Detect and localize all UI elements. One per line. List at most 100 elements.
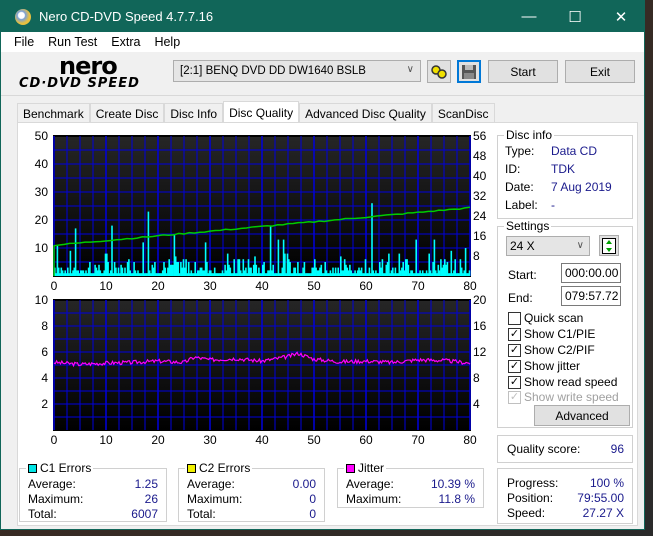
c1-bar: [450, 250, 453, 276]
tab-advanced-disc-quality[interactable]: Advanced Disc Quality: [299, 103, 432, 123]
c1-errors-chart: 0 10 20 30 40 50 60 70 80 10 20 30 40 50 8 16 24 32 40 48 56: [35, 129, 487, 293]
disc-type-value: Data CD: [551, 144, 598, 158]
app-disc-icon: [15, 8, 31, 25]
c1-average-value: 1.25: [134, 477, 158, 491]
c1-maximum-value: 26: [144, 492, 158, 506]
disc-quality-panel: 0 10 20 30 40 50 60 70 80 10 20 30 40 50 8 16 24 32 40 48 56…: [17, 122, 638, 526]
show-read-speed-checkbox[interactable]: ✓ Show read speed: [508, 375, 617, 389]
title-bar: Nero CD-DVD Speed 4.7.7.16 — ☐ ✕: [1, 1, 644, 32]
c2-errors-title: C2 Errors: [185, 461, 253, 475]
jitter-title: Jitter: [344, 461, 387, 475]
minimize-button[interactable]: —: [506, 1, 552, 32]
show-c2-checkbox[interactable]: ✓ Show C2/PIF: [508, 343, 595, 357]
jitter-maximum-value: 11.8 %: [438, 492, 475, 506]
c1-title-text: C1 Errors: [40, 461, 92, 475]
check-icon: ✓: [508, 375, 521, 389]
y-left-tick-label: 4: [41, 371, 48, 385]
c1-bar: [468, 270, 471, 276]
speed-value: 27.27 X: [582, 506, 624, 520]
disc-id-value: TDK: [551, 162, 575, 176]
c2-total-value: 0: [309, 507, 316, 521]
show-read-speed-label: Show read speed: [524, 375, 618, 389]
menu-help[interactable]: Help: [147, 35, 187, 49]
window-title: Nero CD-DVD Speed 4.7.7.16: [39, 9, 214, 24]
nero-logo: nero CD·DVD SPEED: [17, 52, 167, 94]
c1-bar: [415, 239, 417, 276]
y-right-tick-label: 48: [473, 149, 487, 163]
disc-info-group: Disc info Type: Data CD ID: TDK Date: 7 …: [497, 128, 633, 219]
c1-bar: [111, 225, 113, 276]
c2-maximum-value: 0: [309, 492, 316, 506]
exit-button[interactable]: Exit: [565, 60, 635, 83]
menu-file[interactable]: File: [7, 35, 41, 49]
quick-scan-label: Quick scan: [524, 311, 584, 325]
maximize-button[interactable]: ☐: [552, 1, 598, 32]
toolbar: nero CD·DVD SPEED [2:1] BENQ DVD DD DW16…: [1, 52, 644, 96]
speed-select-value: 24 X: [510, 239, 535, 253]
drive-select[interactable]: [2:1] BENQ DVD DD DW1640 BSLB ∨: [173, 60, 421, 82]
speed-select[interactable]: 24 X ∨: [506, 236, 590, 256]
c1-total-label: Total:: [28, 507, 57, 521]
y-left-tick-label: 6: [41, 345, 48, 359]
refresh-icon: [602, 237, 616, 254]
x-tick-label: 50: [307, 433, 321, 447]
settings-title: Settings: [504, 219, 552, 233]
tab-disc-info[interactable]: Disc Info: [164, 103, 224, 123]
disc-id-label: ID:: [505, 162, 521, 176]
start-time-value: 000:00.00: [565, 266, 619, 280]
c1-bar: [464, 248, 467, 276]
floppy-disk-icon: [462, 64, 476, 79]
end-time-input[interactable]: 079:57.72: [561, 286, 621, 306]
refresh-speed-button[interactable]: [599, 235, 619, 256]
logo-speed-text: CD·DVD SPEED: [19, 76, 140, 91]
advanced-button[interactable]: Advanced: [534, 405, 630, 426]
y-left-tick-label: 20: [35, 213, 49, 227]
y-left-tick-label: 50: [35, 129, 49, 143]
show-jitter-label: Show jitter: [524, 359, 581, 373]
close-button[interactable]: ✕: [598, 1, 644, 32]
app-window: Nero CD-DVD Speed 4.7.7.16 — ☐ ✕ File Ru…: [0, 0, 645, 530]
c2-average-value: 0.00: [292, 477, 316, 491]
c2-errors-group: C2 Errors Average: 0.00 Maximum: 0 Total…: [178, 461, 325, 522]
show-write-speed-checkbox[interactable]: ✓ Show write speed: [508, 390, 619, 404]
save-button[interactable]: [457, 60, 481, 83]
y-right-tick-label: 20: [473, 293, 487, 307]
c1-bar: [371, 203, 373, 276]
end-label: End:: [508, 291, 533, 305]
c1-errors-title: C1 Errors: [26, 461, 94, 475]
c1-bar: [74, 228, 77, 276]
y-left-tick-label: 2: [41, 397, 48, 411]
menu-extra[interactable]: Extra: [104, 35, 147, 49]
menu-run-test[interactable]: Run Test: [41, 35, 104, 49]
c2-total-label: Total:: [187, 507, 216, 521]
y-right-tick-label: 24: [473, 209, 487, 223]
start-time-input[interactable]: 000:00.00: [561, 263, 621, 283]
start-button[interactable]: Start: [488, 60, 558, 83]
jitter-chart: 0 10 20 30 40 50 60 70 80 2 4 6 8 10 4 8 12 16 20: [35, 293, 487, 447]
tab-benchmark[interactable]: Benchmark: [17, 103, 90, 123]
x-tick-label: 80: [463, 433, 477, 447]
y-right-tick-label: 56: [473, 129, 487, 143]
drive-info-button[interactable]: [427, 60, 451, 83]
tab-create-disc[interactable]: Create Disc: [89, 103, 165, 123]
end-time-value: 079:57.72: [565, 289, 619, 303]
tab-scandisc[interactable]: ScanDisc: [431, 103, 495, 123]
x-tick-label: 70: [411, 279, 425, 293]
menu-bar: File Run Test Extra Help: [1, 32, 644, 52]
c2-title-text: C2 Errors: [199, 461, 251, 475]
x-tick-label: 40: [255, 433, 269, 447]
x-tick-label: 10: [99, 433, 113, 447]
progress-label: Progress:: [507, 476, 559, 490]
c1-bar: [388, 253, 390, 276]
quick-scan-checkbox[interactable]: Quick scan: [508, 311, 583, 325]
check-icon: ✓: [508, 343, 521, 357]
c1-color-swatch: [28, 463, 37, 473]
jitter-title-text: Jitter: [358, 461, 385, 475]
c1-average-label: Average:: [28, 477, 76, 491]
show-c1-checkbox[interactable]: ✓ Show C1/PIE: [508, 327, 595, 341]
show-jitter-checkbox[interactable]: ✓ Show jitter: [508, 359, 580, 373]
tab-disc-quality[interactable]: Disc Quality: [223, 101, 300, 123]
disc-date-value: 7 Aug 2019: [551, 180, 612, 194]
quality-score-label: Quality score:: [507, 442, 581, 456]
settings-group: Settings 24 X ∨ Start: 000:00.00 End: 07…: [497, 219, 633, 428]
